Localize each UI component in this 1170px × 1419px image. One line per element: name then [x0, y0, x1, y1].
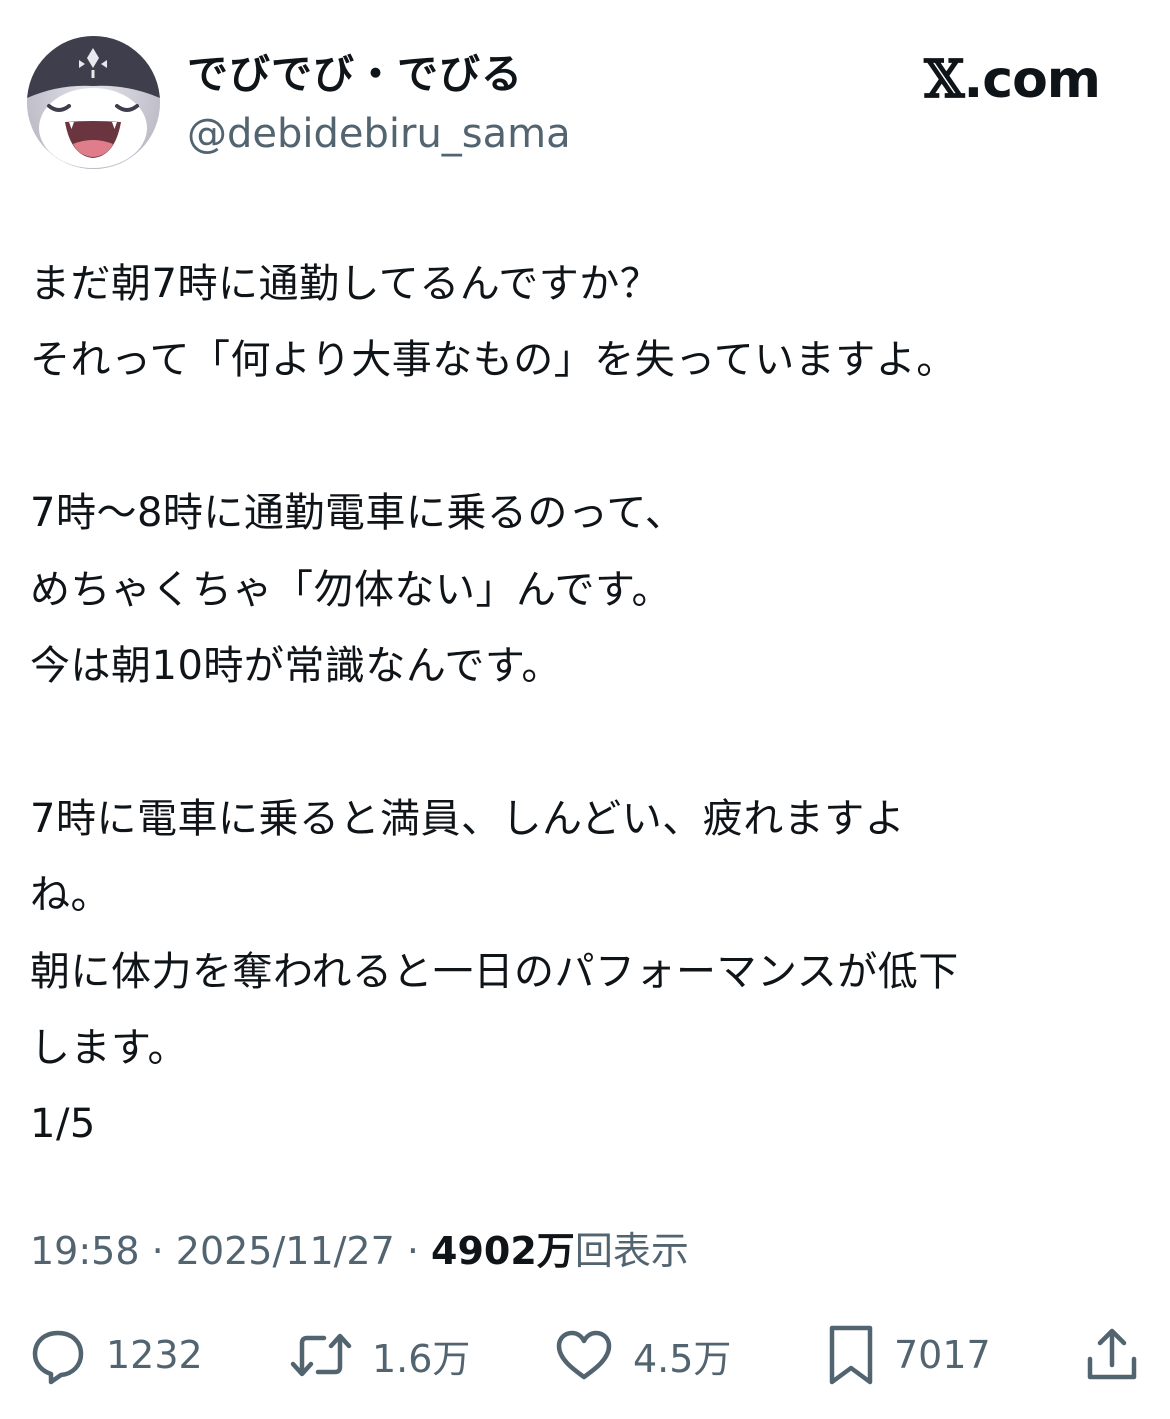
heart-icon [553, 1325, 615, 1385]
bookmark-icon [826, 1322, 876, 1388]
user-handle[interactable]: @debidebiru_sama [187, 108, 571, 160]
like-count: 4.5万 [633, 1336, 732, 1381]
tweet-header: でびでび・でびる @debidebiru_sama 𝕏.com [27, 36, 1143, 176]
share-icon [1084, 1325, 1140, 1385]
reply-icon [28, 1325, 88, 1385]
meta-separator: · [394, 1229, 432, 1273]
tweet-line: 今は朝10時が常識なんです。 [30, 642, 562, 689]
tweet-line [30, 399, 1140, 475]
tweet-meta: 19:58 · 2025/11/27 · 4902万回表示 [30, 1223, 689, 1279]
like-button[interactable]: 4.5万 [553, 1320, 731, 1390]
repost-button[interactable]: 1.6万 [288, 1320, 470, 1390]
tweet-line: 7時に電車に乗ると満員、しんどい、疲れますよ [30, 795, 906, 842]
tweet-line: 7時〜8時に通勤電車に乗るのって、 [30, 490, 686, 537]
x-logo[interactable]: 𝕏.com [924, 49, 1101, 110]
views-count: 4902万 [431, 1229, 575, 1273]
tweet-line [30, 704, 1140, 780]
tweet-line: します。 [30, 1024, 188, 1071]
tweet-date[interactable]: 2025/11/27 [176, 1229, 395, 1273]
tweet-line: それって「何より大事なもの」を失っていますよ。 [30, 337, 957, 384]
display-name[interactable]: でびでび・でびる [187, 50, 571, 98]
avatar[interactable] [27, 36, 160, 169]
tweet-line: ね。 [30, 872, 111, 919]
tweet-line: 1/5 [30, 1101, 96, 1148]
x-logo-domain: .com [963, 50, 1101, 110]
tweet-time[interactable]: 19:58 [30, 1229, 140, 1273]
tweet-line: 朝に体力を奪われると一日のパフォーマンスが低下 [30, 948, 959, 995]
meta-separator: · [139, 1229, 176, 1273]
reply-count: 1232 [106, 1333, 203, 1377]
user-block[interactable]: でびでび・でびる @debidebiru_sama [187, 50, 571, 160]
repost-count: 1.6万 [372, 1336, 471, 1381]
reply-button[interactable]: 1232 [28, 1320, 203, 1390]
x-logo-mark: 𝕏 [924, 49, 964, 110]
repost-icon [288, 1325, 354, 1385]
tweet-line: めちゃくちゃ「勿体ない」んです。 [30, 566, 672, 613]
tweet-text: まだ朝7時に通勤してるんですか？ それって「何より大事なもの」を失っていますよ。… [30, 246, 1140, 1163]
action-bar: 1232 1.6万 4.5万 7017 [0, 1320, 1170, 1390]
share-button[interactable] [1084, 1320, 1140, 1390]
views-label: 回表示 [574, 1229, 689, 1273]
bookmark-count: 7017 [894, 1333, 991, 1377]
bookmark-button[interactable]: 7017 [826, 1320, 991, 1390]
tweet-line: まだ朝7時に通勤してるんですか？ [30, 261, 661, 307]
